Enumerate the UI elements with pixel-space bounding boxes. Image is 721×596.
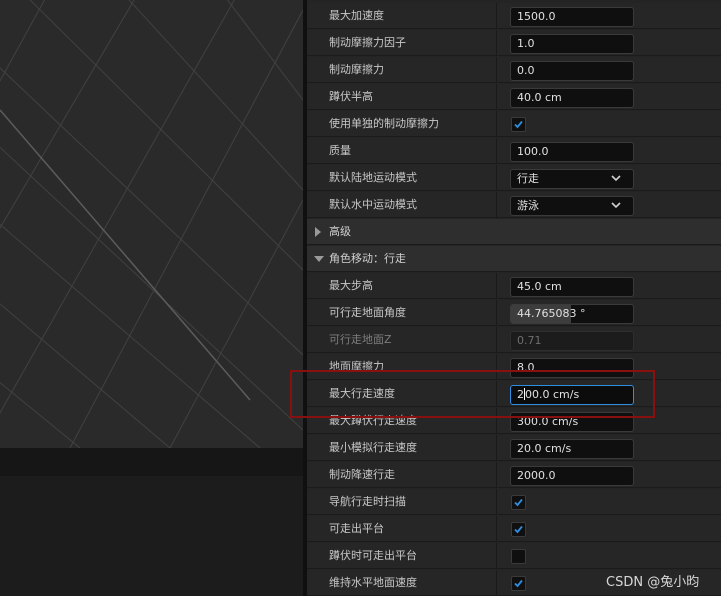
field-value: 0.71 — [517, 334, 542, 347]
column-separator — [496, 489, 497, 515]
viewport-status-bar — [0, 448, 303, 476]
value-input[interactable]: 1.0 — [510, 34, 634, 54]
property-label: 导航行走时扫描 — [329, 495, 406, 508]
property-label: 质量 — [329, 144, 351, 157]
details-panel: 最大加速度 1500.0 制动摩擦力因子 1.0 制动摩擦力 0.0 蹲伏半高 40.0 cm… — [307, 0, 721, 596]
column-separator — [496, 273, 497, 299]
property-label: 最小模拟行走速度 — [329, 441, 417, 454]
value-input[interactable]: 40.0 cm — [510, 88, 634, 108]
column-separator — [496, 516, 497, 542]
field-value: 40.0 cm — [517, 91, 562, 104]
property-row: 最小模拟行走速度 20.0 cm/s — [307, 435, 721, 461]
column-separator — [496, 300, 497, 326]
property-row: 最大步高 45.0 cm — [307, 273, 721, 299]
field-value: 行走 — [517, 172, 539, 185]
column-separator — [496, 327, 497, 353]
property-row: 蹲伏半高 40.0 cm — [307, 84, 721, 110]
property-label: 可行走地面Z — [329, 333, 392, 346]
checkmark-icon — [514, 120, 523, 129]
property-label: 角色移动：行走 — [329, 252, 406, 265]
column-separator — [496, 84, 497, 110]
triangle-right-icon[interactable] — [314, 227, 324, 237]
property-label: 高级 — [329, 225, 351, 238]
field-value: 44.765083 ° — [517, 307, 586, 320]
floor-grid — [0, 0, 303, 448]
property-label: 制动摩擦力因子 — [329, 36, 406, 49]
property-label: 制动降速行走 — [329, 468, 395, 481]
property-row: 蹲伏时可走出平台 — [307, 543, 721, 569]
value-input[interactable]: 20.0 cm/s — [510, 439, 634, 459]
section-header[interactable]: 高级 — [307, 219, 721, 245]
property-row: 导航行走时扫描 — [307, 489, 721, 515]
property-label: 蹲伏半高 — [329, 90, 373, 103]
property-row: 可行走地面角度 44.765083 ° — [307, 300, 721, 326]
property-row: 默认水中运动模式 游泳 — [307, 192, 721, 218]
property-label: 制动摩擦力 — [329, 63, 384, 76]
column-separator — [496, 138, 497, 164]
checkbox[interactable] — [511, 495, 526, 510]
property-label: 蹲伏时可走出平台 — [329, 549, 417, 562]
property-row: 默认陆地运动模式 行走 — [307, 165, 721, 191]
checkmark-icon — [514, 498, 523, 507]
field-value: 20.0 cm/s — [517, 442, 572, 455]
field-value: 游泳 — [517, 199, 539, 212]
property-row: 可走出平台 — [307, 516, 721, 542]
bottom-panel — [0, 476, 303, 596]
viewport-3d[interactable] — [0, 0, 303, 448]
value-input: 0.71 — [510, 331, 634, 351]
property-label: 最大步高 — [329, 279, 373, 292]
checkbox[interactable] — [511, 576, 526, 591]
property-row: 制动降速行走 2000.0 — [307, 462, 721, 488]
field-value: 45.0 cm — [517, 280, 562, 293]
property-label: 使用单独的制动摩擦力 — [329, 117, 439, 130]
column-separator — [496, 30, 497, 56]
value-input[interactable]: 100.0 — [510, 142, 634, 162]
section-header[interactable]: 角色移动：行走 — [307, 246, 721, 272]
value-input[interactable]: 45.0 cm — [510, 277, 634, 297]
slider-input[interactable]: 44.765083 ° — [510, 304, 634, 324]
value-input[interactable]: 2000.0 — [510, 466, 634, 486]
dropdown-select[interactable]: 行走 — [510, 169, 634, 189]
checkbox[interactable] — [511, 549, 526, 564]
column-separator — [496, 3, 497, 29]
checkbox[interactable] — [511, 117, 526, 132]
checkmark-icon — [514, 525, 523, 534]
property-row: 制动摩擦力 0.0 — [307, 57, 721, 83]
field-value: 100.0 — [517, 145, 549, 158]
checkbox[interactable] — [511, 522, 526, 537]
property-label: 可行走地面角度 — [329, 306, 406, 319]
chevron-down-icon — [611, 202, 621, 209]
column-separator — [496, 57, 497, 83]
property-label: 默认水中运动模式 — [329, 198, 417, 211]
column-separator — [496, 165, 497, 191]
column-separator — [496, 570, 497, 596]
property-row: 使用单独的制动摩擦力 — [307, 111, 721, 137]
field-value: 2000.0 — [517, 469, 556, 482]
property-label: 默认陆地运动模式 — [329, 171, 417, 184]
annotation-highlight-box — [290, 370, 655, 418]
field-value: 1.0 — [517, 37, 535, 50]
field-value: 0.0 — [517, 64, 535, 77]
property-row: 最大加速度 1500.0 — [307, 3, 721, 29]
column-separator — [496, 462, 497, 488]
value-input[interactable]: 1500.0 — [510, 7, 634, 27]
dropdown-select[interactable]: 游泳 — [510, 196, 634, 216]
property-row: 可行走地面Z 0.71 — [307, 327, 721, 353]
property-label: 可走出平台 — [329, 522, 384, 535]
property-row: 质量 100.0 — [307, 138, 721, 164]
field-value: 1500.0 — [517, 10, 556, 23]
watermark: CSDN @兔小昀 — [606, 575, 700, 590]
property-label: 最大加速度 — [329, 9, 384, 22]
property-label: 维持水平地面速度 — [329, 576, 417, 589]
property-row: 制动摩擦力因子 1.0 — [307, 30, 721, 56]
column-separator — [496, 543, 497, 569]
column-separator — [496, 435, 497, 461]
triangle-down-icon[interactable] — [314, 254, 324, 264]
value-input[interactable]: 0.0 — [510, 61, 634, 81]
chevron-down-icon — [611, 175, 621, 182]
column-separator — [496, 111, 497, 137]
checkmark-icon — [514, 579, 523, 588]
column-separator — [496, 192, 497, 218]
